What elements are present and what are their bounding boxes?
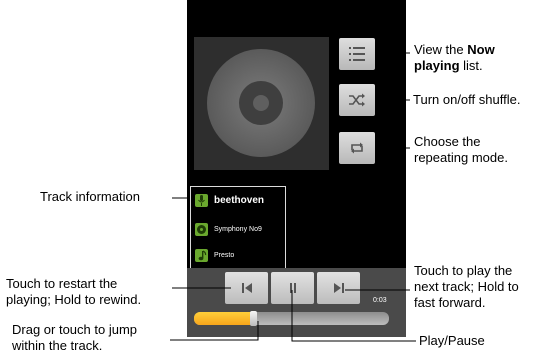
now-playing-bold-1: Now <box>467 42 495 57</box>
repeat-text-1: Choose the <box>414 134 481 149</box>
now-playing-callout: View the Now playing list. <box>414 42 495 74</box>
seek-callout: Drag or touch to jump within the track. <box>12 322 137 354</box>
restart-text-2: playing; Hold to rewind. <box>6 292 142 307</box>
repeat-text-2: repeating mode. <box>414 150 508 165</box>
seek-line <box>170 321 259 341</box>
now-playing-bold-2: playing <box>414 58 460 73</box>
now-playing-text-2: list. <box>459 58 483 73</box>
seek-text-2: within the track. <box>12 338 103 353</box>
now-playing-text-1: View the <box>414 42 468 57</box>
next-text-2: next track; Hold to <box>414 279 519 294</box>
seek-text-1: Drag or touch to jump <box>12 322 138 337</box>
next-text-1: Touch to play the <box>414 263 513 278</box>
diagram: beethoven Symphony No9 Presto 0:03 View … <box>0 0 546 355</box>
play-pause-line <box>291 290 416 342</box>
repeat-callout: Choose the repeating mode. <box>414 134 508 166</box>
play-pause-callout: Play/Pause <box>419 333 485 348</box>
restart-text-1: Touch to restart the <box>6 276 118 291</box>
next-text-3: fast forward. <box>414 295 486 310</box>
restart-callout: Touch to restart the playing; Hold to re… <box>6 276 141 308</box>
track-info-callout: Track information <box>40 189 140 204</box>
next-callout: Touch to play the next track; Hold to fa… <box>414 263 519 311</box>
shuffle-callout: Turn on/off shuffle. <box>413 92 521 107</box>
